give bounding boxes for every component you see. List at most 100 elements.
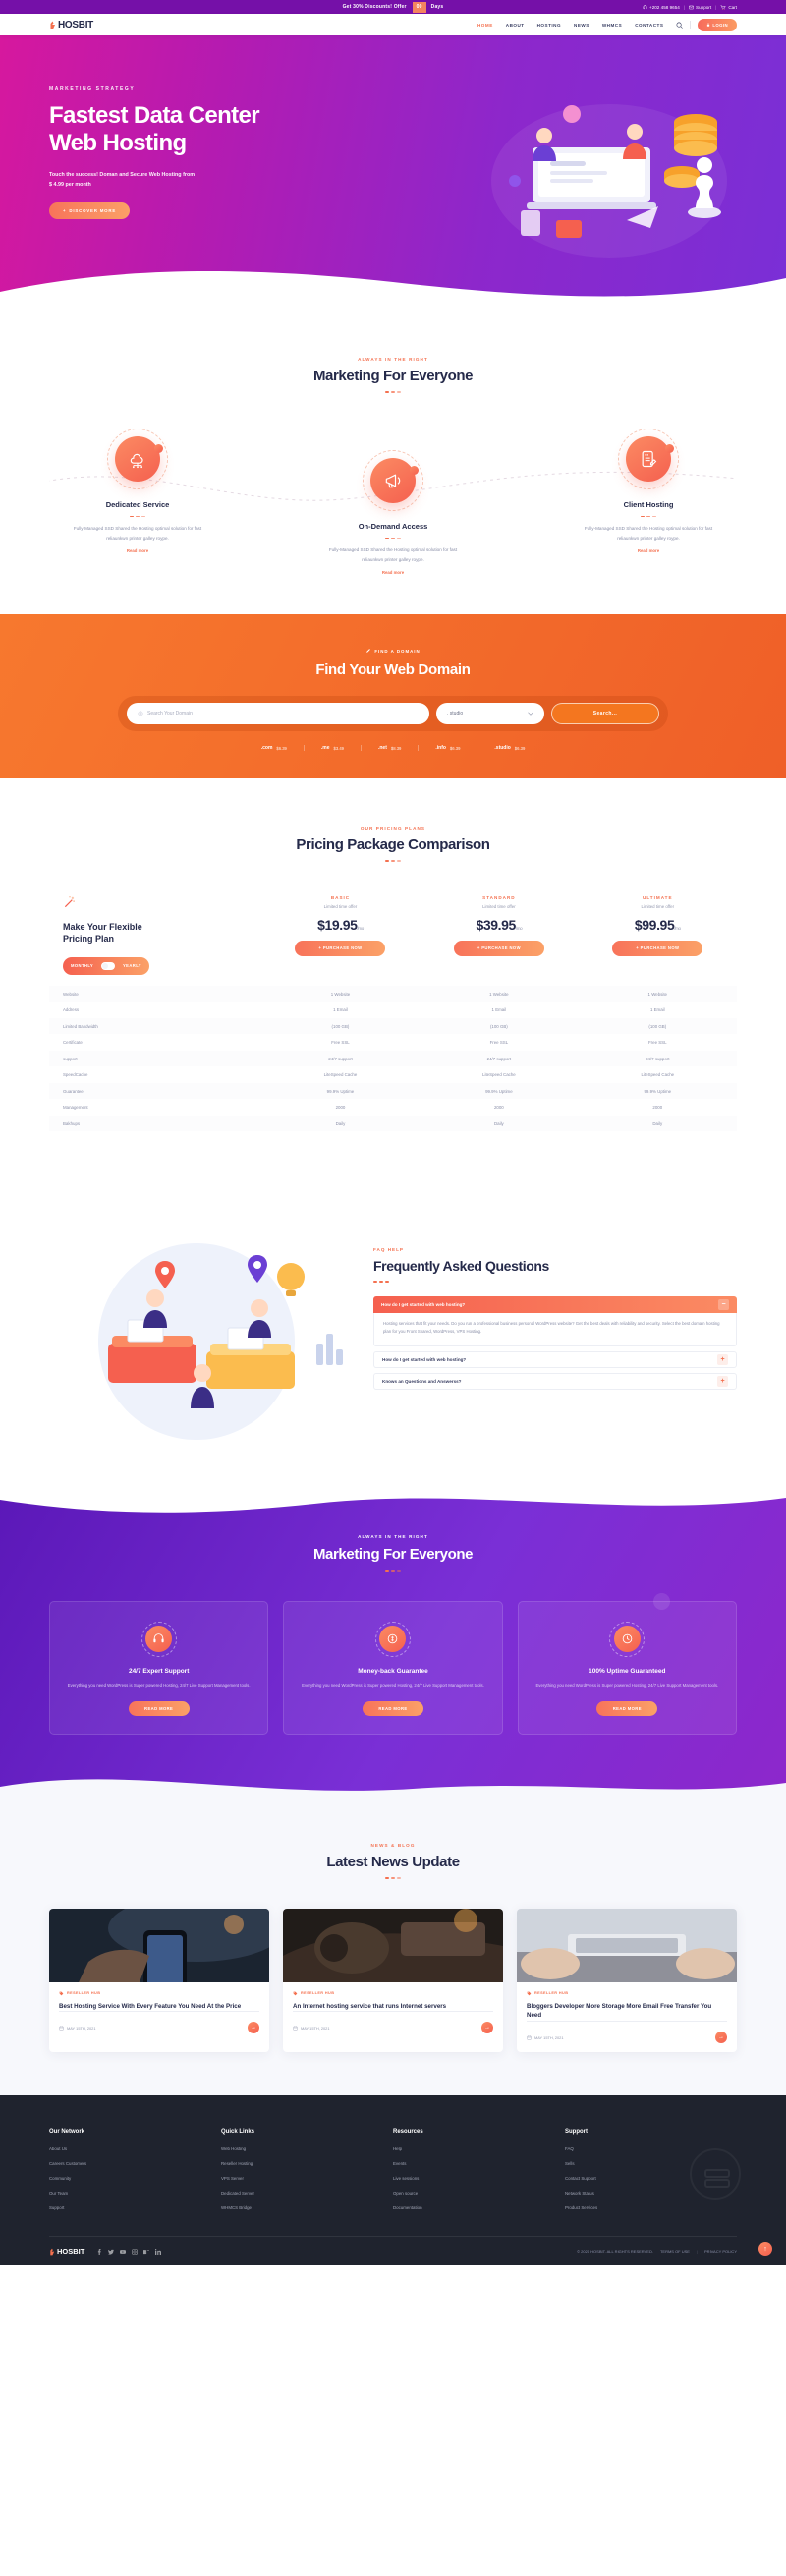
footer-privacy-link[interactable]: PRIVACY POLICY [704,2249,737,2254]
footer-link[interactable]: Community [49,2176,221,2181]
service-read-more-link[interactable]: Read more [49,548,226,553]
footer-link[interactable]: Contact Support [565,2176,737,2181]
feature-card-money-back[interactable]: Money-back Guarantee Everything you need… [283,1600,503,1736]
phone-link[interactable]: +202 458 9654 [643,5,680,10]
faq-question[interactable]: How do I get started with web hosting? − [373,1295,737,1313]
faq-question[interactable]: How do I get started with web hosting? + [373,1350,737,1368]
footer-link[interactable]: About Us [49,2147,221,2151]
minus-icon[interactable]: − [718,1298,729,1310]
twitter-icon[interactable] [108,2249,115,2255]
youtube-icon[interactable] [120,2249,127,2255]
service-read-more-link[interactable]: Read more [305,570,481,575]
service-card-dedicated-service[interactable]: Dedicated Service Fully-Managed SSD Shar… [49,428,226,576]
footer-link[interactable]: Live sessions [393,2176,565,2181]
back-to-top-button[interactable]: ↑ [758,2242,772,2257]
hero-title-line1: Fastest Data Center [49,102,260,129]
blog-post-title[interactable]: Bloggers Developer More Storage More Ema… [527,2002,727,2021]
purchase-now-button[interactable]: + PURCHASE NOW [453,940,544,956]
faq-question-text: Knows an Questions and Answerss? [382,1378,462,1384]
hero-banner: MARKETING STRATEGY Fastest Data Center W… [0,35,786,306]
service-card-on-demand-access[interactable]: On-Demand Access Fully-Managed SSD Share… [305,449,481,575]
nav-item-contacts[interactable]: CONTACTS [635,23,663,28]
feature-read-more-button[interactable]: READ MORE [596,1701,658,1717]
behance-icon[interactable] [143,2249,150,2255]
blog-arrow-icon[interactable]: → [481,2022,493,2034]
feature-read-more-button[interactable]: READ MORE [128,1701,190,1717]
footer-link[interactable]: Events [393,2161,565,2166]
purchase-now-button[interactable]: + PURCHASE NOW [612,940,703,956]
feature-value: (100 GB) [648,1023,667,1029]
footer-link[interactable]: WHMCS Bridge [221,2205,393,2210]
nav-item-about[interactable]: ABOUT [506,23,525,28]
footer-link[interactable]: FAQ [565,2147,737,2151]
site-logo[interactable]: HOSBIT [49,20,93,30]
footer-link[interactable]: Help [393,2147,565,2151]
billing-period-toggle[interactable]: MONTHLY YEARLY [63,956,149,975]
footer-link[interactable]: Sells [565,2161,737,2166]
footer-link[interactable]: Our Team [49,2191,221,2196]
faq-question[interactable]: Knows an Questions and Answerss? + [373,1372,737,1390]
service-card-client-hosting[interactable]: Client Hosting Fully-Managed SSD Shared … [560,428,737,576]
search-icon[interactable] [676,22,684,29]
footer-terms-link[interactable]: TERMS OF USE [660,2249,690,2254]
tld-select[interactable]: . studio [436,703,544,725]
discover-more-button[interactable]: + DISCOVER MORE [49,202,131,220]
footer-link[interactable]: Careers Customers [49,2161,221,2166]
blog-arrow-icon[interactable]: → [248,2022,259,2034]
nav-item-hosting[interactable]: HOSTING [537,23,561,28]
cart-link[interactable]: Cart [720,5,737,10]
footer-link[interactable]: Open source [393,2191,565,2196]
faq-item-1[interactable]: How do I get started with web hosting? −… [373,1295,737,1346]
feature-value: 1 Website [647,991,667,997]
plan-price: $99.95/mo [634,916,681,933]
top-announcement-bar: Get 30% Discounts! Offer 00 Days +202 45… [0,0,786,14]
blog-post-title[interactable]: Best Hosting Service With Every Feature … [59,2002,259,2012]
service-read-more-link[interactable]: Read more [560,548,737,553]
tld-item[interactable]: .com $6.39 [245,745,305,752]
footer-link[interactable]: Documentation [393,2205,565,2210]
footer-link[interactable]: Dedicated Server [221,2191,393,2196]
linkedin-icon[interactable] [155,2248,162,2255]
blog-card-2[interactable]: RESELLER HUB An Internet hosting service… [283,1908,503,2053]
purchase-now-button[interactable]: + PURCHASE NOW [295,940,386,956]
nav-item-whmcs[interactable]: WHMCS [602,23,622,28]
instagram-icon[interactable] [132,2248,139,2255]
support-link[interactable]: Support [689,5,711,10]
tld-item[interactable]: .net $8.39 [362,745,420,752]
blog-arrow-icon[interactable]: → [715,2032,727,2044]
footer-link[interactable]: Reseller Hosting [221,2161,393,2166]
faq-item-3[interactable]: Knows an Questions and Answerss? + [373,1372,737,1390]
tld-item[interactable]: .me $3.49 [305,745,362,752]
footer-link[interactable]: Web Hosting [221,2147,393,2151]
footer-link[interactable]: Support [49,2205,221,2210]
footer-link[interactable]: Product Services [565,2205,737,2210]
footer-link[interactable]: VPS Server [221,2176,393,2181]
table-row: Bakhups Daily Daily Daily [49,1115,737,1132]
feature-card-support[interactable]: 24/7 Expert Support Everything you need … [49,1600,269,1736]
tld-item[interactable]: .info $6.39 [419,745,478,752]
domain-search-label: Search... [592,711,618,717]
facebook-icon[interactable] [96,2248,102,2255]
domain-search-input[interactable]: Search Your Domain [127,703,429,725]
table-row: Certificate Free SSL Free SSL Free SSL [49,1034,737,1051]
footer-logo[interactable]: HOSBIT [49,2247,84,2256]
footer-copyright: © 2021 HOSBIT. ALL RIGHTS RESERVED. TERM… [577,2249,737,2254]
blog-card-1[interactable]: RESELLER HUB Best Hosting Service With E… [49,1908,269,2053]
nav-item-home[interactable]: HOME [477,23,493,28]
pricing-column-basic: BASIC Limited time offer $19.95/mo + PUR… [261,895,420,980]
blog-title: Latest News Update [326,1854,460,1871]
tld-item[interactable]: .studio $6.39 [477,745,541,751]
plus-icon[interactable]: + [717,1375,728,1387]
feature-card-uptime[interactable]: 100% Uptime Guaranteed Everything you ne… [517,1600,737,1736]
blog-card-3[interactable]: RESELLER HUB Bloggers Developer More Sto… [517,1908,737,2053]
hero-illustration [462,63,747,274]
footer-link[interactable]: Network Status [565,2191,737,2196]
faq-item-2[interactable]: How do I get started with web hosting? + [373,1350,737,1368]
domain-search-button[interactable]: Search... [551,703,659,725]
feature-read-more-button[interactable]: READ MORE [362,1701,423,1717]
login-button[interactable]: LOGIN [698,18,737,31]
features-wave-bottom [0,1779,786,1801]
plus-icon[interactable]: + [717,1353,728,1365]
blog-post-title[interactable]: An Internet hosting service that runs In… [293,2002,493,2012]
nav-item-news[interactable]: NEWS [574,23,590,28]
